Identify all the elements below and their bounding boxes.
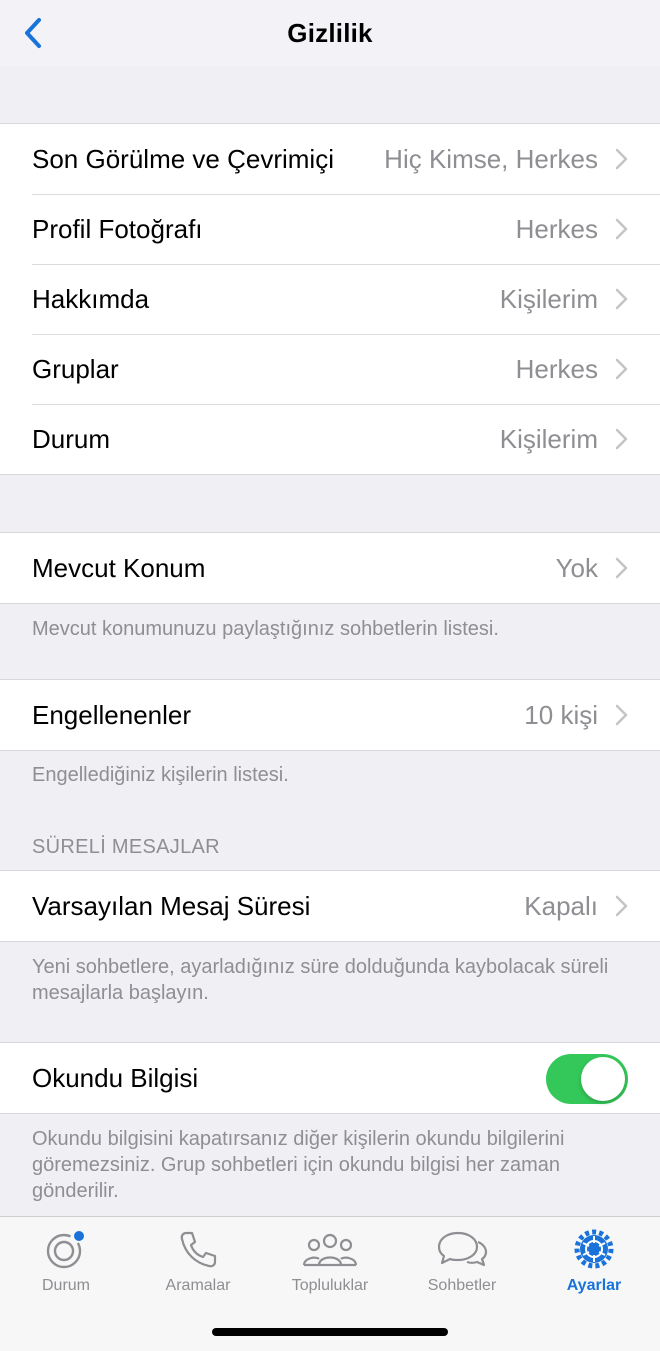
tab-label: Aramalar — [165, 1277, 231, 1294]
live-location-group: Mevcut Konum Yok — [0, 532, 660, 604]
chevron-right-icon — [615, 218, 628, 240]
row-value: Kapalı — [524, 890, 598, 921]
row-label: Hakkımda — [32, 283, 150, 314]
section-header-disappearing: SÜRELİ MESAJLAR — [32, 836, 220, 858]
chevron-right-icon — [615, 557, 628, 579]
last-seen-row[interactable]: Son Görülme ve Çevrimiçi Hiç Kimse, Herk… — [0, 124, 660, 194]
status-row[interactable]: Durum Kişilerim — [0, 404, 660, 474]
tab-communities[interactable]: Topluluklar — [264, 1227, 396, 1295]
row-value: Hiç Kimse, Herkes — [384, 143, 598, 174]
chats-icon — [437, 1231, 488, 1267]
tab-label: Ayarlar — [566, 1277, 622, 1294]
status-icon — [46, 1231, 84, 1269]
chevron-right-icon — [615, 895, 628, 917]
row-label: Son Görülme ve Çevrimiçi — [32, 143, 334, 174]
page-title: Gizlilik — [287, 18, 373, 48]
row-label: Engellenenler — [32, 699, 192, 730]
row-label: Profil Fotoğrafı — [32, 213, 203, 244]
privacy-visibility-group: Son Görülme ve Çevrimiçi Hiç Kimse, Herk… — [0, 123, 660, 475]
toggle-knob — [581, 1057, 625, 1101]
communities-icon — [302, 1233, 358, 1267]
row-value: Kişilerim — [499, 423, 598, 454]
row-label: Okundu Bilgisi — [32, 1062, 199, 1093]
read-receipts-toggle[interactable] — [546, 1054, 628, 1104]
tab-label: Durum — [41, 1277, 90, 1294]
blocked-row[interactable]: Engellenenler 10 kişi — [0, 680, 660, 750]
live-location-note: Mevcut konumunuzu paylaştığınız sohbetle… — [32, 618, 499, 640]
live-location-row[interactable]: Mevcut Konum Yok — [0, 533, 660, 603]
profile-photo-row[interactable]: Profil Fotoğrafı Herkes — [0, 194, 660, 264]
navigation-bar: Gizlilik — [0, 0, 660, 66]
tab-status[interactable]: Durum — [0, 1227, 132, 1295]
row-value: Herkes — [515, 213, 598, 244]
phone-icon — [180, 1231, 217, 1268]
row-label: Gruplar — [32, 353, 119, 384]
chevron-right-icon — [615, 358, 628, 380]
row-value: 10 kişi — [524, 699, 598, 730]
about-row[interactable]: Hakkımda Kişilerim — [0, 264, 660, 334]
tab-label: Sohbetler — [427, 1277, 497, 1294]
disappearing-note: Yeni sohbetlere, ayarladığınız süre dold… — [32, 956, 609, 1004]
blocked-group: Engellenenler 10 kişi — [0, 679, 660, 751]
chevron-right-icon — [615, 704, 628, 726]
chevron-right-icon — [615, 148, 628, 170]
chevron-right-icon — [615, 288, 628, 310]
row-label: Varsayılan Mesaj Süresi — [32, 890, 311, 921]
row-value: Herkes — [515, 353, 598, 384]
read-receipts-group: Okundu Bilgisi — [0, 1042, 660, 1114]
read-receipts-note: Okundu bilgisini kapatırsanız diğer kişi… — [32, 1128, 565, 1202]
tab-settings[interactable]: Ayarlar — [528, 1227, 660, 1295]
default-timer-row[interactable]: Varsayılan Mesaj Süresi Kapalı — [0, 871, 660, 941]
settings-icon — [574, 1229, 614, 1269]
tab-calls[interactable]: Aramalar — [132, 1227, 264, 1295]
groups-row[interactable]: Gruplar Herkes — [0, 334, 660, 404]
row-value: Kişilerim — [499, 283, 598, 314]
blocked-note: Engellediğiniz kişilerin listesi. — [32, 764, 289, 786]
tab-label: Topluluklar — [291, 1277, 369, 1294]
chevron-right-icon — [615, 428, 628, 450]
row-label: Durum — [32, 423, 111, 454]
row-value: Yok — [555, 552, 598, 583]
row-label: Mevcut Konum — [32, 552, 206, 583]
disappearing-group: Varsayılan Mesaj Süresi Kapalı — [0, 870, 660, 942]
home-indicator — [212, 1328, 448, 1336]
read-receipts-row: Okundu Bilgisi — [0, 1043, 660, 1113]
tab-chats[interactable]: Sohbetler — [396, 1227, 528, 1295]
